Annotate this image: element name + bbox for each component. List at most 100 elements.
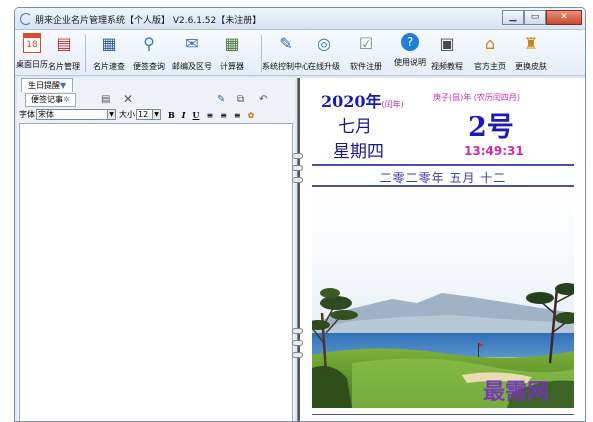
align-left-icon[interactable]: ≡: [207, 110, 214, 120]
tab-close-icon[interactable]: ✲: [63, 95, 70, 104]
toolbar-button[interactable]: ⌂ 官方主页: [474, 33, 506, 72]
toolbar-button-label: 便签查询: [133, 62, 165, 71]
toolbar-button-label: 计算器: [220, 62, 244, 71]
align-right-icon[interactable]: ≡: [234, 110, 241, 120]
minimize-button[interactable]: ▁: [502, 10, 524, 25]
binder-ring-icon: [292, 352, 303, 358]
format-bar: 字体 宋体 ▼ 大小 12 ▼ B I U ≡ ≡ ≡ ✿: [19, 108, 293, 121]
online-upgrade-icon: ◎: [317, 34, 331, 53]
toolbar-button[interactable]: ▤ 名片管理: [48, 33, 80, 72]
toolbar-button[interactable]: ▦ 计算器: [220, 33, 244, 72]
delete-note-icon[interactable]: ✕: [123, 93, 133, 106]
italic-button[interactable]: I: [182, 110, 186, 120]
toolbar-button[interactable]: ⚲ 便签查询: [133, 33, 165, 72]
leap-year-note: (闰年): [381, 100, 404, 109]
binder-ring-icon: [292, 153, 303, 159]
binder-ring-icon: [292, 340, 303, 346]
main-toolbar: 18 桌面日历 ▤ 名片管理 ▦ 名片速查 ⚲ 便签查询 ✉ 邮编及区号 ▦ 计算器 ✎ 系统控制中心 ◎ 在…: [15, 30, 585, 76]
toolbar-button[interactable]: ✉ 邮编及区号: [172, 33, 212, 72]
toolbar-button-label: 名片管理: [48, 62, 80, 71]
size-value: 12: [138, 110, 149, 119]
toolbar-button-label: 软件注册: [350, 62, 382, 71]
toolbar-button[interactable]: ▣ 视频教程: [431, 33, 463, 72]
dropdown-arrow-icon: ▼: [60, 81, 67, 90]
tab-notes-label: 便签记事: [31, 95, 63, 104]
chevron-down-icon: ▼: [152, 110, 160, 119]
font-label: 字体: [19, 110, 35, 119]
size-select[interactable]: 12 ▼: [136, 109, 161, 120]
toolbar-button-label: 视频教程: [431, 62, 463, 71]
toolbar-button-label: 系统控制中心: [262, 62, 310, 71]
toolbar-button-label: 更换皮肤: [515, 62, 547, 71]
chevron-down-icon: ▼: [107, 110, 115, 119]
lunar-ganzhi: 庚子(鼠)年 (农历闰四月): [433, 93, 521, 102]
skin-icon: ♜: [523, 34, 539, 53]
close-button[interactable]: ✕: [546, 10, 582, 25]
toolbar-button[interactable]: ☑ 软件注册: [350, 33, 382, 72]
tab-notes[interactable]: 便签记事✲: [25, 93, 76, 107]
binder-ring-icon: [292, 328, 303, 334]
calendar-month: 七月: [338, 117, 372, 137]
calendar-weekday: 星期四: [333, 142, 384, 162]
calendar-panel: 2020年(闰年) 庚子(鼠)年 (农历闰四月) 七月 2号 星期四 13:49…: [292, 78, 585, 421]
toolbar-button[interactable]: ? 使用说明: [394, 33, 426, 68]
window-controls: ▁ ▭ ✕: [502, 10, 582, 25]
toolbar-button[interactable]: 18 桌面日历: [16, 33, 48, 70]
calendar-year: 2020年(闰年): [321, 88, 404, 112]
year-text: 2020年: [321, 92, 382, 111]
divider: [312, 164, 574, 166]
title-bar: 朋来企业名片管理系统【个人版】 V2.6.1.52【未注册】 ▁ ▭ ✕: [15, 8, 585, 30]
clock-time: 13:49:31: [464, 144, 524, 158]
underline-button[interactable]: U: [193, 110, 200, 120]
control-center-icon: ✎: [279, 34, 293, 53]
home-icon: ⌂: [484, 34, 496, 53]
new-note-icon[interactable]: ▤: [101, 93, 110, 106]
postcode-icon: ✉: [185, 34, 199, 53]
calendar-day: 2号: [468, 112, 514, 143]
tab-birthday-reminder[interactable]: 生日提醒▼: [21, 78, 74, 92]
divider: [312, 414, 574, 415]
font-select[interactable]: 宋体 ▼: [36, 109, 116, 120]
toolbar-button-label: 名片速查: [93, 62, 125, 71]
calendar-icon: 18: [23, 33, 41, 53]
divider: [312, 185, 574, 187]
size-label: 大小: [119, 110, 135, 119]
toolbar-button-label: 在线升级: [308, 62, 340, 71]
copy-note-icon[interactable]: ⧉: [237, 93, 244, 106]
help-icon: ?: [401, 33, 419, 51]
toolbar-button-label: 官方主页: [474, 62, 506, 71]
toolbar-button-label: 使用说明: [394, 58, 426, 67]
toolbar-button-label: 邮编及区号: [172, 62, 212, 71]
color-palette-icon[interactable]: ✿: [248, 110, 255, 120]
app-window: 朋来企业名片管理系统【个人版】 V2.6.1.52【未注册】 ▁ ▭ ✕ 18 桌…: [14, 7, 586, 422]
toolbar-separator: [261, 34, 262, 72]
tab-birthday-label: 生日提醒: [28, 81, 60, 90]
lunar-date: 二零二零年 五月 十二: [379, 171, 507, 185]
toolbar-button[interactable]: ✎ 系统控制中心: [262, 33, 310, 72]
align-center-icon[interactable]: ≡: [220, 110, 227, 120]
undo-icon[interactable]: ↶: [259, 93, 267, 106]
toolbar-button[interactable]: ♜ 更换皮肤: [515, 33, 547, 72]
maximize-button[interactable]: ▭: [524, 10, 546, 25]
video-tutorial-icon: ▣: [439, 34, 455, 53]
notes-toolbar: 便签记事✲ ▤ ✕ ✎ ⧉ ↶: [19, 93, 293, 107]
toolbar-button[interactable]: ▦ 名片速查: [93, 33, 125, 72]
card-search-icon: ▦: [101, 34, 117, 53]
binder-spine: [298, 78, 300, 421]
toolbar-button[interactable]: ◎ 在线升级: [308, 33, 340, 72]
note-editor[interactable]: [19, 123, 293, 421]
edit-note-icon[interactable]: ✎: [217, 93, 225, 106]
app-logo-icon: [20, 13, 32, 25]
calculator-icon: ▦: [224, 34, 240, 53]
binder-ring-icon: [292, 165, 303, 171]
register-icon: ☑: [358, 34, 374, 53]
toolbar-separator: [85, 34, 86, 72]
note-search-icon: ⚲: [143, 34, 155, 53]
watermark-text: 最需网: [483, 379, 550, 405]
toolbar-button-label: 桌面日历: [16, 60, 48, 69]
bold-button[interactable]: B: [168, 110, 175, 120]
card-manager-icon: ▤: [56, 34, 72, 53]
notes-panel: 生日提醒▼ 便签记事✲ ▤ ✕ ✎ ⧉ ↶ 字体 宋体 ▼ 大小 12 ▼ B …: [17, 78, 295, 421]
window-title: 朋来企业名片管理系统【个人版】 V2.6.1.52【未注册】: [35, 16, 262, 26]
binder-ring-icon: [292, 177, 303, 183]
